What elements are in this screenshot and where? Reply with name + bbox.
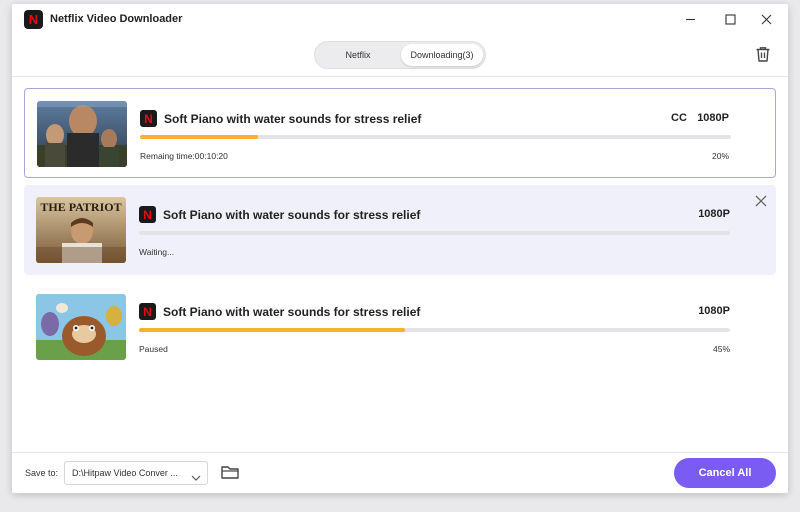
progress-bar — [139, 231, 730, 235]
maximize-icon[interactable] — [722, 11, 738, 27]
quality-label: 1080P — [697, 112, 729, 124]
cancel-all-button[interactable]: Cancel All — [674, 458, 776, 488]
chevron-down-icon — [191, 469, 201, 487]
cc-badge: CC — [671, 112, 687, 124]
video-thumbnail — [37, 101, 127, 167]
tab-netflix[interactable]: Netflix — [318, 44, 398, 66]
download-percent: 45% — [712, 344, 730, 354]
divider — [12, 452, 788, 453]
title-bar: N Netflix Video Downloader — [12, 4, 788, 34]
close-icon[interactable] — [758, 11, 774, 27]
download-percent: 20% — [711, 151, 729, 161]
progress-fill — [140, 135, 259, 139]
minimize-icon[interactable] — [682, 11, 698, 27]
save-path-select[interactable]: D:\Hitpaw Video Conver ... — [64, 461, 208, 485]
divider — [12, 76, 788, 77]
download-item[interactable]: N Soft Piano with water sounds for stres… — [24, 88, 776, 178]
save-path-value: D:\Hitpaw Video Conver ... — [72, 468, 178, 478]
download-status: Paused — [139, 344, 168, 354]
tab-downloading[interactable]: Downloading(3) — [401, 44, 483, 66]
save-to-label: Save to: — [25, 468, 59, 478]
remove-item-icon[interactable] — [754, 194, 768, 208]
netflix-logo-icon: N — [24, 10, 43, 29]
download-title: Soft Piano with water sounds for stress … — [163, 305, 421, 319]
download-status: Waiting... — [139, 247, 175, 257]
tab-switcher: Netflix Downloading(3) — [314, 41, 486, 69]
video-thumbnail: THE PATRIOT — [36, 197, 126, 263]
app-window: N Netflix Video Downloader Netflix Downl… — [12, 4, 788, 493]
netflix-badge-icon: N — [139, 303, 156, 320]
progress-bar — [139, 328, 730, 332]
app-title: Netflix Video Downloader — [50, 13, 183, 25]
progress-bar — [140, 135, 731, 139]
download-item[interactable]: N Soft Piano with water sounds for stres… — [24, 282, 776, 372]
netflix-badge-icon: N — [139, 206, 156, 223]
poster-title-text: THE PATRIOT — [40, 200, 121, 214]
trash-icon[interactable] — [754, 45, 772, 63]
netflix-badge-icon: N — [140, 110, 157, 127]
download-title: Soft Piano with water sounds for stress … — [164, 112, 422, 126]
video-thumbnail — [36, 294, 126, 360]
quality-label: 1080P — [698, 305, 730, 317]
download-item[interactable]: THE PATRIOT N Soft Piano with water soun… — [24, 185, 776, 275]
progress-fill — [139, 328, 405, 332]
folder-icon[interactable] — [220, 463, 240, 481]
download-title: Soft Piano with water sounds for stress … — [163, 208, 421, 222]
download-status: Remaing time:00:10:20 — [140, 151, 228, 161]
quality-label: 1080P — [698, 208, 730, 220]
